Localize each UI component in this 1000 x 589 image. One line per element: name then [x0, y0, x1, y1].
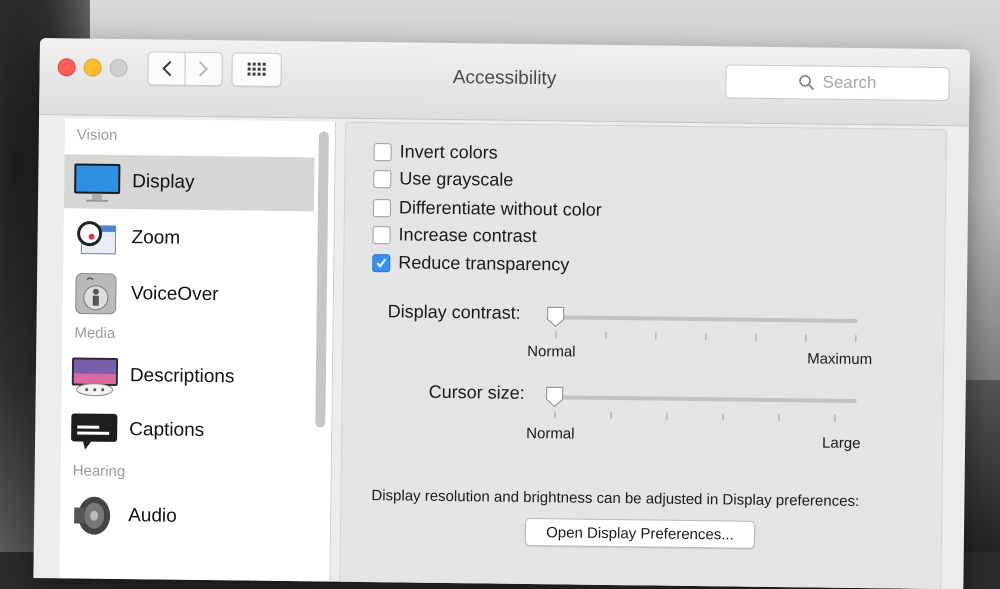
- option-label: Increase contrast: [398, 224, 537, 247]
- checkbox-checked[interactable]: [372, 253, 391, 272]
- cursor-max-label: Large: [822, 434, 861, 453]
- sidebar-item-zoom[interactable]: Zoom: [63, 210, 314, 267]
- sidebar-item-label: Display: [132, 171, 195, 193]
- sidebar: Vision Display Zoom VoiceOver Media Desc…: [59, 118, 337, 582]
- preferences-window: Accessibility Search Vision Display Zoom…: [33, 38, 970, 589]
- sidebar-scrollbar[interactable]: [315, 131, 329, 428]
- option-invert-colors[interactable]: Invert colors: [373, 141, 498, 164]
- search-field[interactable]: Search: [725, 64, 950, 102]
- audio-icon: [68, 493, 119, 538]
- tick-mark: [805, 334, 807, 342]
- search-icon: [799, 74, 815, 91]
- display-settings-panel: Invert colors Use grayscale Differentiat…: [339, 121, 947, 589]
- checkbox[interactable]: [373, 142, 392, 161]
- contrast-max-label: Maximum: [807, 350, 873, 369]
- display-icon: [72, 159, 123, 204]
- tick-mark: [655, 332, 657, 340]
- sidebar-item-audio[interactable]: Audio: [60, 488, 311, 545]
- cursor-size-track[interactable]: [554, 395, 857, 404]
- checkbox[interactable]: [373, 169, 392, 188]
- section-media: Media: [74, 324, 116, 342]
- section-hearing: Hearing: [72, 462, 126, 481]
- sidebar-item-label: Descriptions: [129, 365, 235, 388]
- sidebar-item-label: Captions: [129, 419, 205, 442]
- open-display-preferences-button[interactable]: Open Display Preferences...: [524, 517, 756, 549]
- sidebar-item-descriptions[interactable]: Descriptions: [62, 348, 313, 405]
- zoom-icon: [71, 215, 122, 260]
- tick-mark: [555, 331, 557, 339]
- tick-mark: [778, 414, 780, 422]
- sidebar-item-label: Audio: [128, 505, 177, 527]
- sidebar-item-captions[interactable]: Captions: [61, 402, 312, 459]
- tick-mark: [666, 412, 668, 420]
- checkbox[interactable]: [372, 225, 391, 244]
- tick-mark: [855, 334, 857, 342]
- sidebar-item-voiceover[interactable]: VoiceOver: [63, 266, 314, 323]
- tick-mark: [610, 411, 612, 420]
- descriptions-icon: [70, 353, 121, 398]
- tick-mark: [755, 333, 757, 341]
- contrast-min-label: Normal: [527, 342, 576, 361]
- search-placeholder: Search: [822, 72, 877, 93]
- checkbox[interactable]: [372, 198, 392, 217]
- voiceover-icon: [71, 271, 122, 316]
- display-contrast-track[interactable]: [555, 315, 858, 324]
- tick-mark: [722, 413, 724, 421]
- option-label: Invert colors: [399, 141, 498, 163]
- sidebar-item-label: Zoom: [131, 227, 181, 249]
- display-preferences-note: Display resolution and brightness can be…: [371, 487, 860, 511]
- tick-mark: [705, 333, 707, 341]
- checkmark-icon: [376, 258, 387, 268]
- captions-icon: [69, 407, 120, 452]
- cursor-min-label: Normal: [526, 424, 575, 443]
- option-differentiate-without-color[interactable]: Differentiate without color: [372, 197, 602, 221]
- tick-mark: [834, 414, 836, 422]
- cursor-size-thumb[interactable]: [545, 385, 565, 407]
- option-label: Differentiate without color: [398, 197, 602, 220]
- section-vision: Vision: [76, 126, 118, 144]
- option-increase-contrast[interactable]: Increase contrast: [372, 224, 537, 247]
- cursor-size-label: Cursor size:: [428, 381, 525, 403]
- sidebar-item-display[interactable]: Display: [63, 154, 315, 212]
- tick-mark: [605, 331, 607, 339]
- option-use-grayscale[interactable]: Use grayscale: [373, 168, 513, 191]
- tick-mark: [554, 411, 556, 419]
- option-label: Use grayscale: [399, 168, 514, 190]
- option-reduce-transparency[interactable]: Reduce transparency: [372, 252, 570, 275]
- display-contrast-thumb[interactable]: [546, 305, 566, 327]
- titlebar: Accessibility Search: [39, 38, 970, 127]
- display-contrast-label: Display contrast:: [387, 301, 521, 323]
- sidebar-item-label: VoiceOver: [130, 283, 219, 306]
- option-label: Reduce transparency: [398, 252, 570, 275]
